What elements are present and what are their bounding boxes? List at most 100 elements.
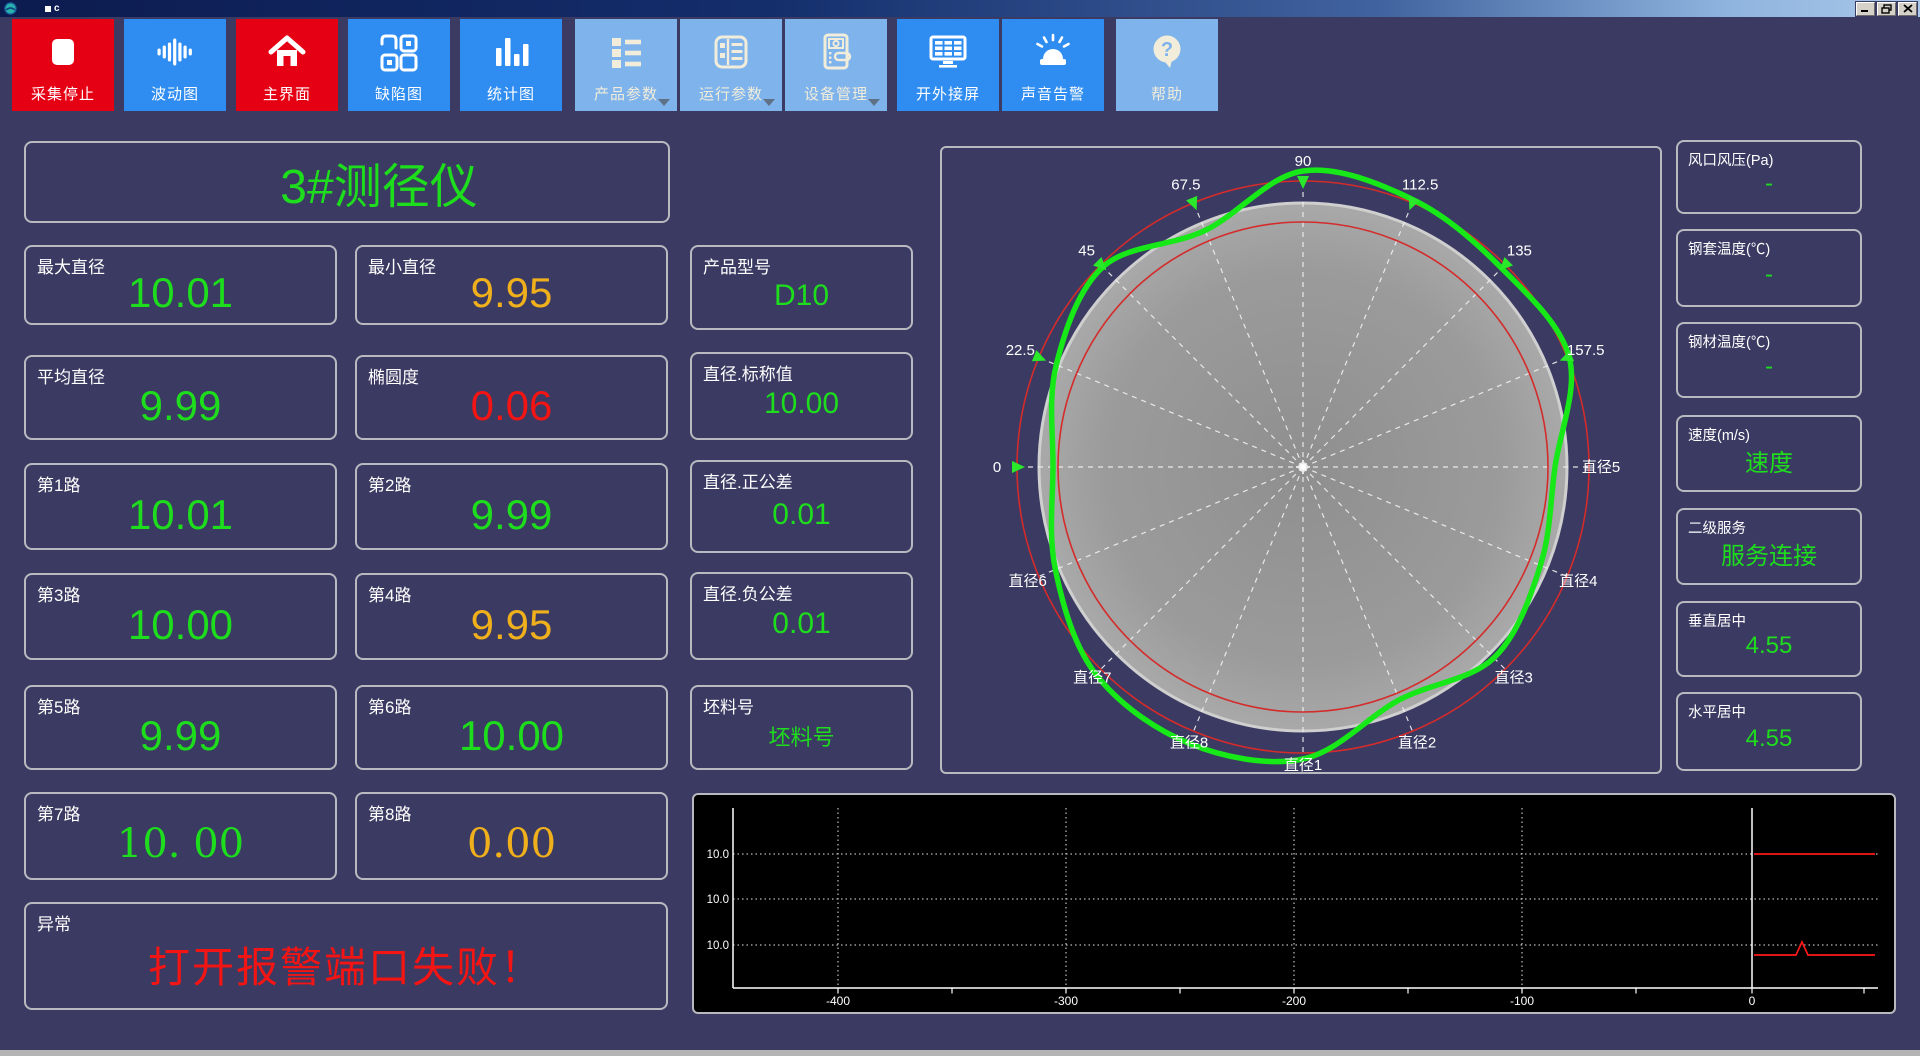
device-icon — [785, 30, 887, 74]
dropdown-caret-icon — [868, 99, 880, 106]
metric-value: 10. 00 — [116, 821, 245, 867]
dropdown-caret-icon — [763, 99, 775, 106]
toolbar-button-label: 波动图 — [150, 86, 199, 103]
status-value: 4.55 — [1745, 724, 1793, 752]
metric-path2: 第2路 9.99 — [355, 463, 668, 550]
metric-value: 10.01 — [127, 269, 234, 316]
metric-path7: 第7路 10. 00 — [24, 792, 337, 880]
metric-value: 0.01 — [772, 607, 831, 640]
toolbar-button-main-screen[interactable]: 主界面 — [236, 19, 338, 111]
bars-icon — [460, 30, 562, 74]
svg-text:直径1: 直径1 — [1284, 757, 1322, 772]
toolbar-button-stats-chart[interactable]: 统计图 — [460, 19, 562, 111]
svg-text:135: 135 — [1507, 243, 1532, 260]
svg-text:-300: -300 — [1054, 994, 1078, 1008]
bottom-edge-strip — [0, 1050, 1920, 1056]
metric-ovality: 椭圆度 0.06 — [355, 355, 668, 440]
metric-max-diameter: 最大直径 10.01 — [24, 245, 337, 325]
svg-text:10.0: 10.0 — [707, 894, 729, 906]
toolbar-button-stop-capture[interactable]: 采集停止 — [12, 19, 114, 111]
stop-icon — [12, 30, 114, 74]
toolbar-button-help[interactable]: ? 帮助 — [1116, 19, 1218, 111]
toolbar-button-label: 缺陷图 — [374, 86, 423, 103]
metric-avg-diameter: 平均直径 9.99 — [24, 355, 337, 440]
svg-text:67.5: 67.5 — [1171, 176, 1200, 193]
restore-button[interactable] — [1877, 1, 1896, 16]
defect-icon — [348, 30, 450, 74]
svg-text:157.5: 157.5 — [1567, 342, 1605, 359]
toolbar-button-external-screen[interactable]: 开外接屏 — [897, 19, 999, 111]
metric-path3: 第3路 10.00 — [24, 573, 337, 660]
metric-value: 0.06 — [470, 381, 553, 429]
metric-value: 坯料号 — [768, 724, 835, 750]
metric-value: 10.00 — [458, 711, 565, 759]
svg-text:0: 0 — [993, 459, 1001, 476]
status-sleeve-temp: 钢套温度(℃) - — [1676, 229, 1862, 307]
toolbar-button-device-mgmt[interactable]: 设备管理 — [785, 19, 887, 111]
wave-icon — [124, 30, 226, 74]
metric-value: 9.99 — [139, 381, 222, 429]
home-icon — [236, 30, 338, 74]
metric-value: 10.01 — [127, 490, 234, 538]
alarm-message: 打开报警端口失败！ — [147, 943, 544, 991]
station-title: 3#测径仪 — [280, 161, 478, 214]
svg-text:45: 45 — [1078, 243, 1095, 260]
status-horizontal-center: 水平居中 4.55 — [1676, 692, 1862, 771]
metric-value: 0.00 — [466, 821, 557, 867]
metric-value: 9.99 — [470, 490, 553, 538]
metric-path5: 第5路 9.99 — [24, 685, 337, 770]
app-icon — [4, 2, 17, 15]
toolbar-button-defect-chart[interactable]: 缺陷图 — [348, 19, 450, 111]
svg-text:10.0: 10.0 — [707, 940, 729, 952]
station-title-box: 3#测径仪 — [24, 141, 670, 223]
app-window: c 采集停止 波动图 主界面 缺陷图 统计图 产品参数 运行参数 设备管理 开外… — [0, 0, 1920, 1056]
status-vertical-center: 垂直居中 4.55 — [1676, 601, 1862, 677]
trend-chart: 10.0 10.0 10.0 -400 -300 -200 -100 0 — [707, 808, 1878, 1008]
svg-text:22.5: 22.5 — [1006, 342, 1035, 359]
metric-min-diameter: 最小直径 9.95 — [355, 245, 668, 325]
metric-value: 9.95 — [470, 269, 553, 316]
metric-path4: 第4路 9.95 — [355, 573, 668, 660]
metric-value: 9.95 — [470, 600, 553, 648]
svg-text:直径5: 直径5 — [1582, 459, 1620, 476]
svg-text:-400: -400 — [826, 994, 850, 1008]
siren-icon — [1002, 30, 1104, 74]
titlebar-glyph — [45, 5, 51, 12]
metric-path6: 第6路 10.00 — [355, 685, 668, 770]
metric-value: 0.01 — [772, 497, 831, 531]
polar-chart: 0 22.5 45 67.5 90 112.5 135 157.5 直径5 直径4 直径3 直径2 直径… — [993, 153, 1620, 772]
metric-plus-tolerance: 直径.正公差 0.01 — [690, 460, 913, 553]
svg-text:?: ? — [1161, 39, 1173, 61]
svg-text:直径4: 直径4 — [1559, 573, 1597, 590]
status-value: - — [1765, 261, 1773, 288]
toolbar-button-wave-chart[interactable]: 波动图 — [124, 19, 226, 111]
metric-value: D10 — [773, 278, 830, 312]
toolbar-button-label: 帮助 — [1150, 86, 1183, 103]
close-button[interactable] — [1898, 1, 1917, 16]
metric-value: 10.00 — [127, 600, 234, 648]
status-speed: 速度(m/s) 速度 — [1676, 415, 1862, 492]
toolbar-button-label: 开外接屏 — [915, 86, 980, 103]
status-value: 速度 — [1745, 450, 1793, 477]
question-icon: ? — [1116, 30, 1218, 74]
svg-text:90: 90 — [1295, 153, 1312, 170]
status-l2-service: 二级服务 服务连接 — [1676, 508, 1862, 585]
toolbar-button-run-params[interactable]: 运行参数 — [680, 19, 782, 111]
toolbar-button-sound-alarm[interactable]: 声音告警 — [1002, 19, 1104, 111]
metric-billet-no: 坯料号 坯料号 — [690, 685, 913, 770]
svg-text:0: 0 — [1749, 994, 1756, 1008]
monitor-icon — [897, 30, 999, 74]
polar-chart-panel: 0 22.5 45 67.5 90 112.5 135 157.5 直径5 直径4 直径3 直径2 直径… — [940, 146, 1662, 774]
list-icon — [575, 30, 677, 74]
svg-text:直径6: 直径6 — [1009, 573, 1047, 590]
panel-icon — [680, 30, 782, 74]
svg-text:10.0: 10.0 — [707, 849, 729, 861]
status-steel-temp: 钢材温度(℃) - — [1676, 322, 1862, 398]
metric-path8: 第8路 0.00 — [355, 792, 668, 880]
svg-text:直径7: 直径7 — [1073, 670, 1111, 687]
minimize-button[interactable] — [1856, 1, 1875, 16]
status-value: 4.55 — [1745, 632, 1793, 659]
metric-minus-tolerance: 直径.负公差 0.01 — [690, 572, 913, 660]
svg-text:-100: -100 — [1510, 994, 1534, 1008]
toolbar-button-product-params[interactable]: 产品参数 — [575, 19, 677, 111]
